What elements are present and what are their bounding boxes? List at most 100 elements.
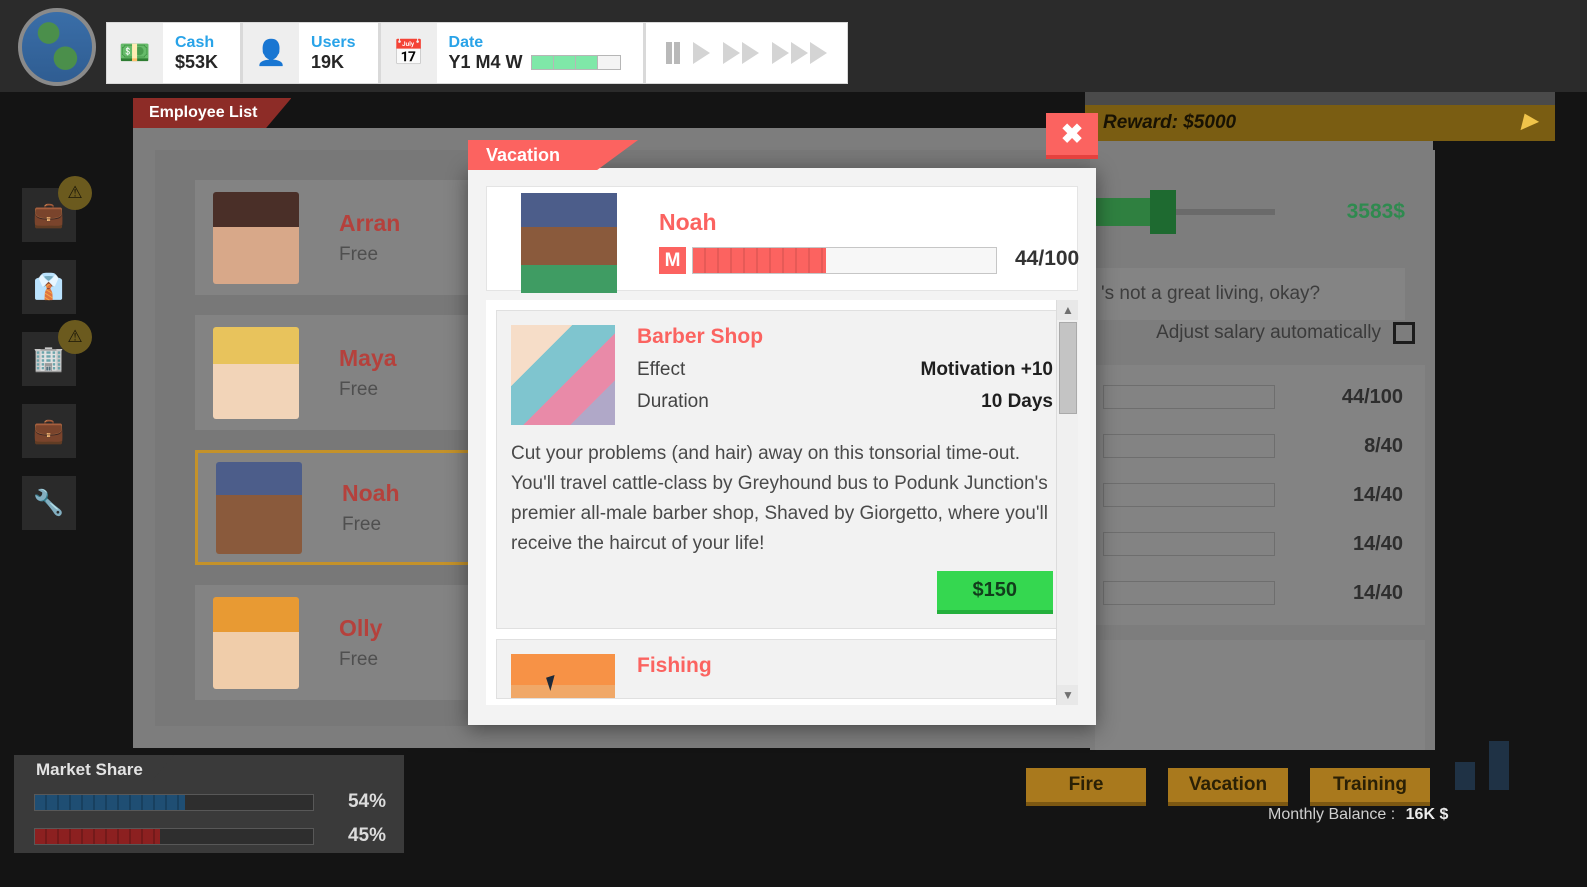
cash-stat[interactable]: 💵 Cash $53K — [107, 23, 243, 83]
buy-price-button[interactable]: $150 — [937, 571, 1054, 614]
market-share-tab: Market Share — [14, 755, 174, 785]
stat-bar — [1103, 434, 1275, 458]
objective-reward-label: Reward: $5000 — [1103, 112, 1236, 134]
employee-name: Arran — [339, 210, 400, 237]
briefcase-icon: 💼 — [33, 201, 64, 230]
money-icon: 💵 — [107, 23, 163, 83]
option-title: Fishing — [637, 654, 1053, 678]
market-share-row: 54% — [14, 785, 404, 819]
market-share-percent: 54% — [348, 791, 386, 813]
sidebar-item-employees[interactable]: 👔 — [22, 260, 76, 314]
salary-slider-row: 3583$ — [1095, 200, 1405, 224]
cash-label: Cash — [175, 33, 218, 52]
vacation-button[interactable]: Vacation — [1168, 768, 1288, 806]
market-share-panel: Market Share 54% 45% — [14, 755, 404, 853]
market-share-bar — [34, 794, 314, 811]
option-description: Cut your problems (and hair) away on thi… — [511, 439, 1053, 559]
employee-name: Olly — [339, 615, 382, 642]
avatar — [213, 192, 299, 284]
chevron-down-icon[interactable]: ▼ — [1057, 685, 1078, 705]
left-sidebar: 💼 👔 🏢 💼 🔧 — [22, 188, 76, 548]
vacation-modal: Noah M 44/100 Barber Shop Effect Motivat… — [468, 168, 1096, 725]
stat-bar — [1103, 483, 1275, 507]
list-item[interactable]: Barber Shop Effect Motivation +10 Durati… — [496, 310, 1068, 629]
avatar — [216, 462, 302, 554]
scrollbar-thumb[interactable] — [1059, 322, 1077, 414]
status-bar-group: 💵 Cash $53K 👤 Users 19K 📅 Date Y1 M — [106, 22, 848, 84]
modal-scrollbar[interactable]: ▲ ▼ — [1056, 300, 1078, 705]
motivation-value: 44/100 — [1015, 247, 1079, 271]
effect-value: Motivation +10 — [921, 359, 1054, 381]
sidebar-item-tools[interactable]: 🔧 — [22, 476, 76, 530]
calendar-icon: 📅 — [381, 23, 437, 83]
stat-row: 14/40 — [1103, 581, 1423, 605]
employee-name: Maya — [339, 345, 397, 372]
top-status-bar: 💵 Cash $53K 👤 Users 19K 📅 Date Y1 M — [0, 0, 1587, 92]
chevron-up-icon[interactable]: ▲ — [1057, 300, 1078, 320]
cash-value: $53K — [175, 52, 218, 73]
stat-value: 8/40 — [1364, 435, 1403, 458]
employee-list-tab: Employee List — [133, 98, 291, 128]
market-share-row: 45% — [14, 819, 404, 853]
training-button[interactable]: Training — [1310, 768, 1430, 806]
stat-row: 14/40 — [1103, 483, 1423, 507]
users-stat[interactable]: 👤 Users 19K — [243, 23, 380, 83]
salary-slider-knob[interactable] — [1150, 190, 1176, 234]
avatar — [521, 193, 617, 293]
effect-label: Effect — [637, 359, 685, 381]
pause-button[interactable] — [666, 42, 680, 64]
duration-value: 10 Days — [981, 391, 1053, 413]
stat-bar — [1103, 385, 1275, 409]
users-value: 19K — [311, 52, 355, 73]
monthly-balance-label: Monthly Balance : — [1268, 806, 1395, 823]
week-progress-bar — [531, 55, 621, 70]
employee-status: Free — [339, 379, 397, 401]
list-item[interactable]: Fishing — [496, 639, 1068, 699]
stat-value: 14/40 — [1353, 582, 1403, 605]
adjust-salary-checkbox[interactable] — [1393, 322, 1415, 344]
employee-stats-box: 44/100 8/40 14/40 14/40 14/40 — [1095, 365, 1425, 625]
option-title: Barber Shop — [637, 325, 1053, 349]
employee-name: Noah — [659, 209, 717, 236]
warning-badge: ⚠ — [58, 320, 92, 354]
employee-name: Noah — [342, 480, 400, 507]
monthly-balance-row: Monthly Balance : 16K $ — [1268, 806, 1448, 824]
sidebar-item-safe[interactable]: 💼 — [22, 404, 76, 458]
employee-icon: 👔 — [33, 273, 64, 302]
salary-slider[interactable] — [1095, 209, 1275, 215]
stat-value: 14/40 — [1353, 533, 1403, 556]
stat-row: 8/40 — [1103, 434, 1423, 458]
speed-controls — [646, 23, 847, 83]
monthly-balance-value: 16K $ — [1406, 806, 1449, 823]
date-value: Y1 M4 W — [449, 52, 523, 73]
employee-status: Free — [342, 514, 400, 536]
building-icon: 🏢 — [33, 345, 64, 374]
fire-button[interactable]: Fire — [1026, 768, 1146, 806]
date-stat[interactable]: 📅 Date Y1 M4 W — [381, 23, 646, 83]
globe-icon[interactable] — [18, 8, 96, 86]
stat-row: 14/40 — [1103, 532, 1423, 556]
play-speed-3-button[interactable] — [772, 42, 827, 64]
motivation-bar — [692, 247, 997, 274]
market-share-percent: 45% — [348, 825, 386, 847]
users-icon: 👤 — [243, 23, 299, 83]
barber-shop-thumbnail — [511, 325, 615, 425]
background-bar-chart — [1455, 720, 1565, 790]
safe-icon: 💼 — [33, 417, 64, 446]
date-label: Date — [449, 33, 621, 52]
fishing-thumbnail — [511, 654, 615, 698]
employee-quote: 's not a great living, okay? — [1095, 268, 1405, 320]
motivation-badge: M — [659, 247, 686, 274]
market-share-bar — [34, 828, 314, 845]
users-label: Users — [311, 33, 355, 52]
objective-next-button[interactable]: ▶ — [1522, 108, 1537, 133]
close-icon[interactable]: ✖ — [1046, 113, 1098, 159]
stat-bar — [1103, 532, 1275, 556]
adjust-salary-label: Adjust salary automatically — [1156, 322, 1381, 344]
play-speed-2-button[interactable] — [723, 42, 759, 64]
duration-row: Duration 10 Days — [637, 391, 1053, 413]
warning-badge: ⚠ — [58, 176, 92, 210]
employee-status: Free — [339, 244, 400, 266]
play-speed-1-button[interactable] — [693, 42, 710, 64]
adjust-salary-row[interactable]: Adjust salary automatically — [1095, 322, 1415, 344]
